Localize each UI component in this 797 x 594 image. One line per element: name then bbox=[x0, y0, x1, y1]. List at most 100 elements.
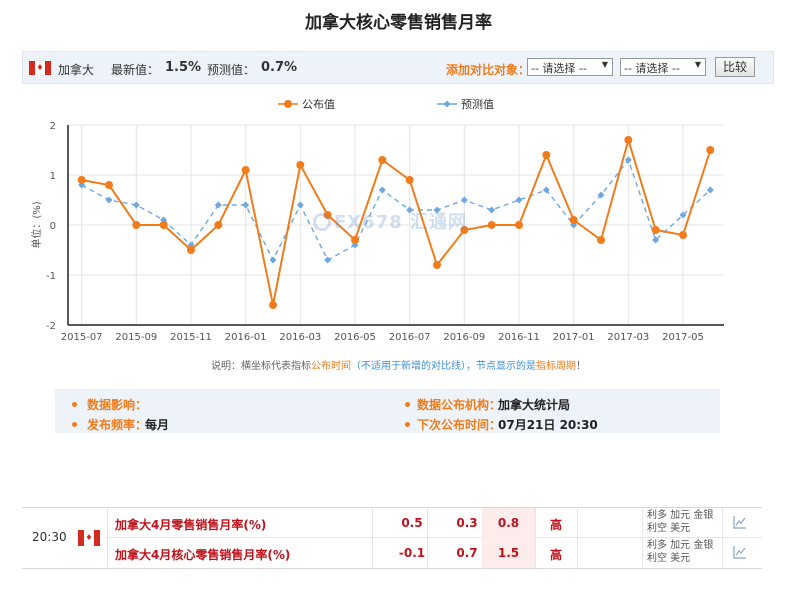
note-text-7: ！ bbox=[576, 361, 586, 372]
data-point bbox=[542, 151, 551, 159]
data-point bbox=[706, 146, 715, 154]
agency-label: 数据公布机构： bbox=[417, 398, 502, 412]
importance-badge: 高 bbox=[550, 548, 563, 562]
bullet-icon bbox=[72, 402, 77, 407]
page-title: 加拿大核心零售销售月率 bbox=[305, 13, 492, 33]
data-point bbox=[159, 221, 168, 229]
market-effect: 利多 加元 金银 利空 美元 bbox=[647, 509, 727, 535]
data-point bbox=[706, 186, 714, 194]
data-point bbox=[515, 196, 523, 204]
event-time: 20:30 bbox=[32, 530, 67, 544]
note-text-5: ），节点显示的是 bbox=[461, 361, 536, 372]
chart-note: 说明：横坐标代表指标公布时间（不适用于新增的对比线），节点显示的是指标周期！ bbox=[0, 357, 797, 372]
watermark-text: FX678 汇通网 bbox=[334, 212, 468, 233]
effect-positive: 利多 加元 金银 bbox=[647, 540, 714, 551]
data-point bbox=[105, 181, 113, 189]
data-point bbox=[132, 201, 140, 209]
data-point bbox=[324, 256, 332, 264]
data-point bbox=[351, 236, 359, 244]
events-table: 20:30 ♦ 加拿大4月零售销售月率(%) 0.5 0.3 0.8 高 利多 … bbox=[22, 507, 762, 569]
y-tick-label: -2 bbox=[46, 321, 56, 332]
data-point bbox=[569, 216, 578, 224]
legend-marker bbox=[284, 100, 292, 108]
agency-value: 加拿大统计局 bbox=[498, 398, 571, 412]
x-tick-label: 2017-01 bbox=[553, 332, 595, 343]
impact-label: 数据影响： bbox=[87, 398, 148, 412]
data-point bbox=[105, 196, 113, 204]
x-tick-label: 2016-07 bbox=[389, 332, 431, 343]
compare-select-2-value: -- 请选择 -- bbox=[624, 62, 680, 75]
data-point bbox=[132, 221, 141, 229]
y-tick-label: 2 bbox=[50, 121, 56, 132]
data-point bbox=[269, 256, 277, 264]
x-tick-label: 2016-11 bbox=[498, 332, 540, 343]
canada-flag-icon: ♦ bbox=[29, 61, 51, 75]
effect-negative: 利空 美元 bbox=[647, 523, 691, 534]
effect-positive: 利多 加元 金银 bbox=[647, 510, 714, 521]
frequency-value: 每月 bbox=[145, 418, 170, 432]
event-name[interactable]: 加拿大4月核心零售销售月率(%) bbox=[115, 546, 290, 563]
data-point bbox=[597, 236, 605, 244]
latest-label: 最新值： bbox=[111, 63, 160, 77]
data-point bbox=[433, 261, 441, 269]
y-tick-label: 1 bbox=[50, 171, 56, 182]
compare-select-1-value: -- 请选择 -- bbox=[531, 62, 587, 75]
legend-marker bbox=[443, 100, 451, 108]
forecast-value: 0.7% bbox=[261, 60, 298, 75]
x-tick-label: 2016-09 bbox=[443, 332, 485, 343]
compare-label: 添加对比对象： bbox=[446, 63, 531, 77]
x-tick-label: 2015-09 bbox=[115, 332, 157, 343]
data-point bbox=[187, 246, 195, 254]
event-name[interactable]: 加拿大4月零售销售月率(%) bbox=[115, 516, 266, 533]
data-point bbox=[296, 201, 304, 209]
note-text-2: 公布时间 bbox=[311, 361, 351, 372]
legend-label: 预测值 bbox=[461, 98, 494, 111]
y-axis-label: 单位：(%) bbox=[30, 201, 43, 248]
compare-select-1[interactable]: -- 请选择 -- ▼ bbox=[527, 58, 613, 76]
previous-value: 0.5 bbox=[401, 516, 423, 530]
frequency-label: 发布频率： bbox=[87, 418, 148, 432]
data-point bbox=[241, 166, 250, 174]
chevron-down-icon: ▼ bbox=[694, 60, 701, 69]
note-text-6: 指标周期 bbox=[536, 361, 576, 372]
data-point bbox=[487, 221, 496, 229]
table-row: 加拿大4月零售销售月率(%) 0.5 0.3 0.8 高 利多 加元 金银 利空… bbox=[107, 508, 762, 538]
chart-icon[interactable] bbox=[733, 545, 747, 559]
data-point bbox=[405, 176, 414, 184]
x-tick-label: 2016-05 bbox=[334, 332, 376, 343]
data-point bbox=[242, 201, 250, 209]
bullet-icon bbox=[72, 422, 77, 427]
info-bar: ♦ 加拿大 最新值： 1.5% 预测值： 0.7% 添加对比对象： -- 请选择… bbox=[22, 51, 774, 84]
y-tick-label: -1 bbox=[46, 271, 56, 282]
data-point bbox=[624, 136, 633, 144]
bullet-icon bbox=[405, 402, 410, 407]
table-row: 加拿大4月核心零售销售月率(%) -0.1 0.7 1.5 高 利多 加元 金银… bbox=[107, 538, 762, 568]
actual-value: 0.8 bbox=[482, 508, 535, 538]
effect-negative: 利空 美元 bbox=[647, 553, 691, 564]
x-tick-label: 2016-03 bbox=[279, 332, 321, 343]
data-point bbox=[679, 231, 687, 239]
x-tick-label: 2015-11 bbox=[170, 332, 212, 343]
data-point bbox=[488, 206, 496, 214]
data-point bbox=[651, 226, 660, 234]
x-tick-label: 2015-07 bbox=[61, 332, 103, 343]
watermark-logo-icon bbox=[313, 213, 331, 231]
data-point bbox=[269, 301, 277, 309]
chevron-down-icon: ▼ bbox=[601, 60, 608, 69]
actual-value: 1.5 bbox=[482, 538, 535, 568]
next-release-label: 下次公布时间： bbox=[417, 418, 502, 432]
compare-button[interactable]: 比较 bbox=[715, 57, 755, 77]
watermark: FX678 汇通网 bbox=[313, 208, 467, 234]
x-tick-label: 2017-05 bbox=[662, 332, 704, 343]
forecast-value: 0.7 bbox=[456, 546, 478, 560]
y-tick-label: 0 bbox=[50, 221, 56, 232]
data-point bbox=[378, 156, 387, 164]
note-text-3: （ bbox=[351, 361, 361, 372]
next-release-value: 07月21日 20:30 bbox=[498, 418, 598, 432]
forecast-value: 0.3 bbox=[456, 516, 478, 530]
note-text-4: 不适用于新增的对比线 bbox=[361, 361, 461, 372]
previous-value: -0.1 bbox=[398, 546, 426, 560]
compare-select-2[interactable]: -- 请选择 -- ▼ bbox=[620, 58, 706, 76]
importance-badge: 高 bbox=[550, 518, 563, 532]
chart-icon[interactable] bbox=[733, 515, 747, 529]
